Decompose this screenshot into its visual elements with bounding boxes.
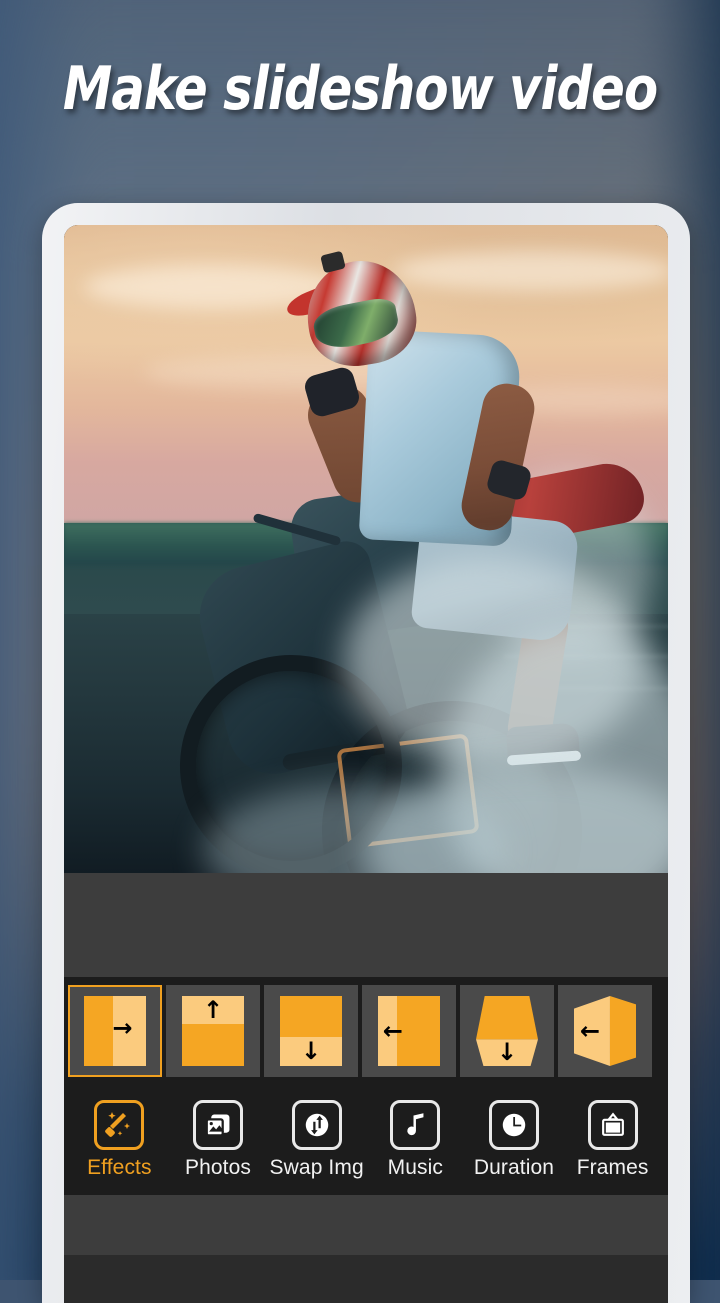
cloud (394, 251, 668, 291)
toolbar-item-photos[interactable]: Photos (170, 1100, 266, 1180)
effect-preview: → (84, 996, 146, 1066)
magic-wand-icon[interactable] (94, 1100, 145, 1150)
swap-arrows-icon[interactable] (291, 1100, 342, 1150)
page-title: Make slideshow video (62, 54, 658, 124)
toolbar-item-label: Photos (184, 1156, 251, 1179)
effect-thumb-slide-right[interactable]: → (68, 985, 162, 1077)
effect-preview: ↓ (476, 996, 538, 1066)
effect-thumb-slide-down[interactable]: ↓ (264, 985, 358, 1077)
arrow-down-icon: ↓ (496, 1038, 518, 1066)
arrow-up-icon: ↑ (202, 996, 224, 1024)
arrow-left-icon: ← (580, 1017, 601, 1045)
phone-mockup: → ↑ ↓ ← ↓ ← Effects Photos Swap Img Musi… (42, 203, 690, 1303)
effect-thumb-cube-left[interactable]: ← (558, 985, 652, 1077)
effect-thumb-slide-up[interactable]: ↑ (166, 985, 260, 1077)
bottom-toolbar: Effects Photos Swap Img Music Duration F… (64, 1085, 668, 1195)
picture-frame-icon[interactable] (587, 1100, 638, 1150)
effect-preview: ↑ (182, 996, 244, 1066)
preview-spacer (64, 873, 668, 977)
toolbar-item-effects[interactable]: Effects (71, 1100, 167, 1180)
photo-stack-icon[interactable] (192, 1100, 243, 1150)
arrow-right-icon: → (112, 1014, 133, 1043)
effect-thumb-cube-down[interactable]: ↓ (460, 985, 554, 1077)
effects-carousel[interactable]: → ↑ ↓ ← ↓ ← (64, 977, 668, 1085)
toolbar-item-label: Duration (473, 1156, 555, 1179)
toolbar-item-label: Music (387, 1156, 443, 1179)
effect-preview: ↓ (280, 996, 342, 1066)
toolbar-item-label: Frames (576, 1156, 649, 1179)
toolbar-item-duration[interactable]: Duration (466, 1100, 562, 1180)
clock-icon[interactable] (488, 1100, 539, 1150)
arrow-left-icon: ← (382, 1017, 403, 1045)
toolbar-item-label: Effects (87, 1156, 152, 1179)
toolbar-item-frames[interactable]: Frames (565, 1100, 661, 1180)
arrow-down-icon: ↓ (300, 1037, 322, 1066)
toolbar-item-label: Swap Img (269, 1156, 364, 1179)
toolbar-item-swap-img[interactable]: Swap Img (269, 1100, 365, 1180)
music-note-icon[interactable] (390, 1100, 441, 1150)
preview-image (64, 225, 668, 873)
effect-thumb-slide-left[interactable]: ← (362, 985, 456, 1077)
effect-preview: ← (378, 996, 440, 1066)
effect-preview: ← (574, 996, 636, 1066)
photo-preview[interactable] (64, 225, 668, 873)
bottom-spacer (64, 1195, 668, 1255)
app-screen: → ↑ ↓ ← ↓ ← Effects Photos Swap Img Musi… (64, 225, 668, 1303)
toolbar-item-music[interactable]: Music (367, 1100, 463, 1180)
